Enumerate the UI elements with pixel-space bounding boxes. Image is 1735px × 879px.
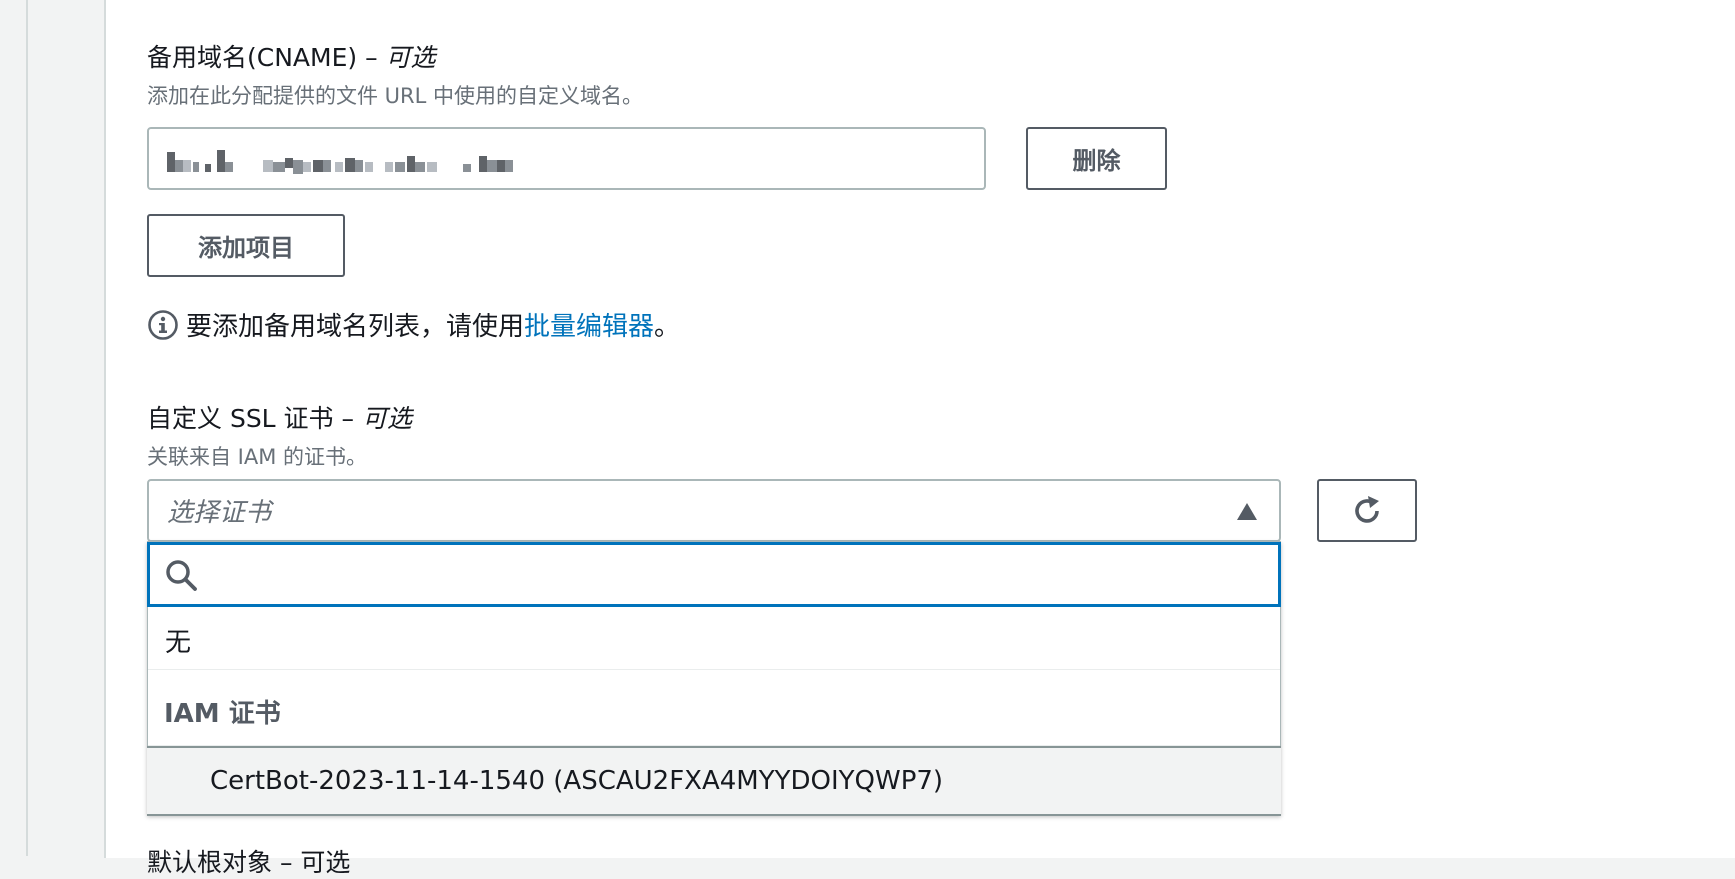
distribution-settings-panel: 备用域名(CNAME) – 可选 添加在此分配提供的文件 URL 中使用的自定义… (104, 0, 1735, 877)
ssl-optional-text: 可选 (361, 404, 412, 433)
ssl-description: 关联来自 IAM 的证书。 (147, 445, 368, 469)
search-icon (166, 560, 197, 591)
info-prefix: 要添加备用域名列表，请使用 (186, 312, 525, 342)
cname-description: 添加在此分配提供的文件 URL 中使用的自定义域名。 (147, 84, 644, 108)
info-suffix: 。 (654, 312, 681, 342)
certificate-select-placeholder: 选择证书 (167, 498, 272, 528)
certbot-certificate-label: CertBot-2023-11-14-1540 (ASCAU2FXA4MYYDO… (210, 766, 944, 796)
ssl-label: 自定义 SSL 证书 – 可选 (147, 399, 412, 435)
cname-label-text: 备用域名(CNAME) – (147, 43, 386, 72)
certificate-select[interactable]: 选择证书 (147, 479, 1281, 542)
remove-button[interactable]: 删除 (1026, 127, 1167, 190)
group-iam-certificates: IAM 证书 (164, 699, 281, 729)
bulk-editor-info: 要添加备用域名列表，请使用 批量编辑器。 (147, 306, 680, 343)
ssl-label-text: 自定义 SSL 证书 – (147, 404, 362, 433)
bulk-editor-link[interactable]: 批量编辑器 (524, 306, 654, 343)
cname-label: 备用域名(CNAME) – 可选 (147, 38, 436, 74)
cname-optional-text: 可选 (385, 43, 436, 72)
certificate-search-input[interactable] (147, 542, 1281, 607)
cname-input[interactable] (147, 127, 986, 190)
next-field-label: 默认根对象 – 可选 (147, 848, 351, 877)
info-icon (148, 309, 178, 340)
refresh-icon (1355, 495, 1379, 523)
left-gutter (0, 0, 28, 856)
add-item-button[interactable]: 添加项目 (147, 214, 345, 277)
refresh-button[interactable] (1317, 479, 1417, 542)
option-divider (148, 669, 1280, 670)
option-none[interactable]: 无 (165, 622, 191, 659)
option-certbot-certificate[interactable]: CertBot-2023-11-14-1540 (ASCAU2FXA4MYYDO… (147, 746, 1281, 816)
certificate-dropdown: 无 IAM 证书 CertBot-2023-11-14-1540 (ASCAU2… (147, 541, 1281, 816)
caret-up-icon (1237, 503, 1257, 520)
